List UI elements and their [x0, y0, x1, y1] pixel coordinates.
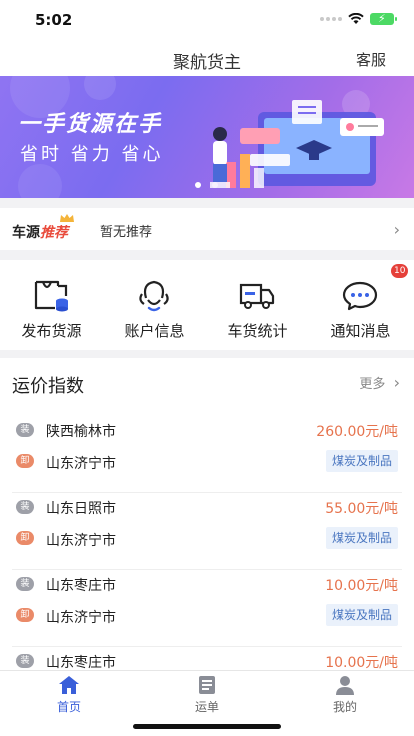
origin-city: 山东枣庄市 [46, 655, 116, 670]
chevron-right-icon: › [393, 220, 400, 239]
nav-bar: 聚航货主 客服 [0, 40, 414, 76]
tab-label: 首页 [56, 700, 81, 714]
customer-service-button[interactable]: 客服 [356, 49, 386, 70]
app-screen: 5:02 ⚡ 聚航货主 客服 一手货源在手 省时 省力 省心 车源推荐 暂无推荐… [0, 0, 414, 736]
notification-button[interactable]: 10 通知消息 [309, 260, 412, 350]
recommend-brand: 车源推荐 [12, 222, 68, 242]
tab-label: 运单 [194, 700, 219, 714]
route-row[interactable]: 装 陕西榆林市 260.00元/吨 卸 山东济宁市 煤炭及制品 [0, 416, 414, 493]
vehicle-recommend-bar[interactable]: 车源推荐 暂无推荐 › [0, 208, 414, 250]
route-price: 260.00元/吨 [316, 424, 398, 440]
load-tag: 装 [16, 654, 34, 668]
signal-icon [320, 17, 342, 21]
load-tag: 装 [16, 577, 34, 591]
price-index-header: 运价指数 更多 › [0, 358, 414, 406]
origin-city: 山东日照市 [46, 501, 116, 517]
quick-label: 通知消息 [330, 322, 391, 340]
status-icons: ⚡ [320, 12, 397, 25]
home-icon [59, 676, 79, 694]
load-tag: 装 [16, 423, 34, 437]
tab-waybill[interactable]: 运单 [138, 671, 276, 721]
unload-tag: 卸 [16, 531, 34, 545]
section-title: 运价指数 [12, 376, 84, 397]
more-link[interactable]: 更多 › [359, 373, 400, 392]
crown-icon [60, 214, 74, 222]
unread-badge: 10 [391, 264, 409, 278]
banner-subline: 省时 省力 省心 [20, 144, 164, 165]
recommend-brand-a: 车源 [12, 225, 40, 241]
origin-city: 山东枣庄市 [46, 578, 116, 594]
waybill-icon [199, 676, 215, 694]
banner-dot[interactable] [212, 182, 218, 188]
publish-bag-icon [34, 280, 68, 312]
route-row[interactable]: 装 山东枣庄市 10.00元/吨 卸 山东济宁市 煤炭及制品 [0, 570, 414, 647]
cargo-stats-button[interactable]: 车货统计 [206, 260, 309, 350]
destination-city: 山东济宁市 [46, 610, 116, 626]
unload-tag: 卸 [16, 608, 34, 622]
banner-dot-active[interactable] [195, 182, 201, 188]
cargo-type-badge: 煤炭及制品 [325, 450, 398, 472]
tab-home[interactable]: 首页 [0, 671, 138, 721]
route-price: 10.00元/吨 [325, 578, 398, 594]
origin-city: 陕西榆林市 [46, 424, 116, 440]
message-bubble-icon [342, 281, 378, 311]
destination-city: 山东济宁市 [46, 533, 116, 549]
battery-icon: ⚡ [370, 12, 397, 25]
route-price: 10.00元/吨 [325, 655, 398, 670]
user-icon [336, 676, 354, 695]
promo-banner[interactable]: 一手货源在手 省时 省力 省心 [0, 76, 414, 198]
tab-profile[interactable]: 我的 [276, 671, 414, 721]
route-price: 55.00元/吨 [325, 501, 398, 517]
status-time: 5:02 [35, 11, 73, 29]
quick-entry-grid: 发布货源 账户信息 车货统计 10 通知消息 [0, 260, 414, 350]
more-label: 更多 [359, 377, 386, 392]
route-row[interactable]: 装 山东日照市 55.00元/吨 卸 山东济宁市 煤炭及制品 [0, 493, 414, 570]
cargo-type-badge: 煤炭及制品 [325, 527, 398, 549]
status-bar: 5:02 ⚡ [0, 0, 414, 40]
price-index-section: 运价指数 更多 › 装 陕西榆林市 260.00元/吨 卸 山东济宁市 煤炭及制… [0, 358, 414, 670]
unload-tag: 卸 [16, 454, 34, 468]
page-title: 聚航货主 [173, 53, 241, 73]
account-info-button[interactable]: 账户信息 [103, 260, 206, 350]
tab-label: 我的 [332, 700, 357, 714]
truck-icon [239, 283, 275, 309]
quick-label: 发布货源 [21, 322, 82, 340]
publish-cargo-button[interactable]: 发布货源 [0, 260, 103, 350]
recommend-brand-b: 推荐 [40, 225, 68, 241]
recommend-text: 暂无推荐 [100, 225, 153, 240]
load-tag: 装 [16, 500, 34, 514]
chevron-right-icon: › [393, 373, 400, 392]
quick-label: 账户信息 [124, 322, 185, 340]
destination-city: 山东济宁市 [46, 456, 116, 472]
banner-headline: 一手货源在手 [18, 112, 163, 137]
cargo-type-badge: 煤炭及制品 [325, 604, 398, 626]
wifi-icon [348, 13, 364, 24]
quick-label: 车货统计 [227, 322, 288, 340]
home-indicator [133, 724, 281, 729]
account-face-icon [139, 280, 169, 312]
route-row[interactable]: 装 山东枣庄市 10.00元/吨 [0, 647, 414, 670]
